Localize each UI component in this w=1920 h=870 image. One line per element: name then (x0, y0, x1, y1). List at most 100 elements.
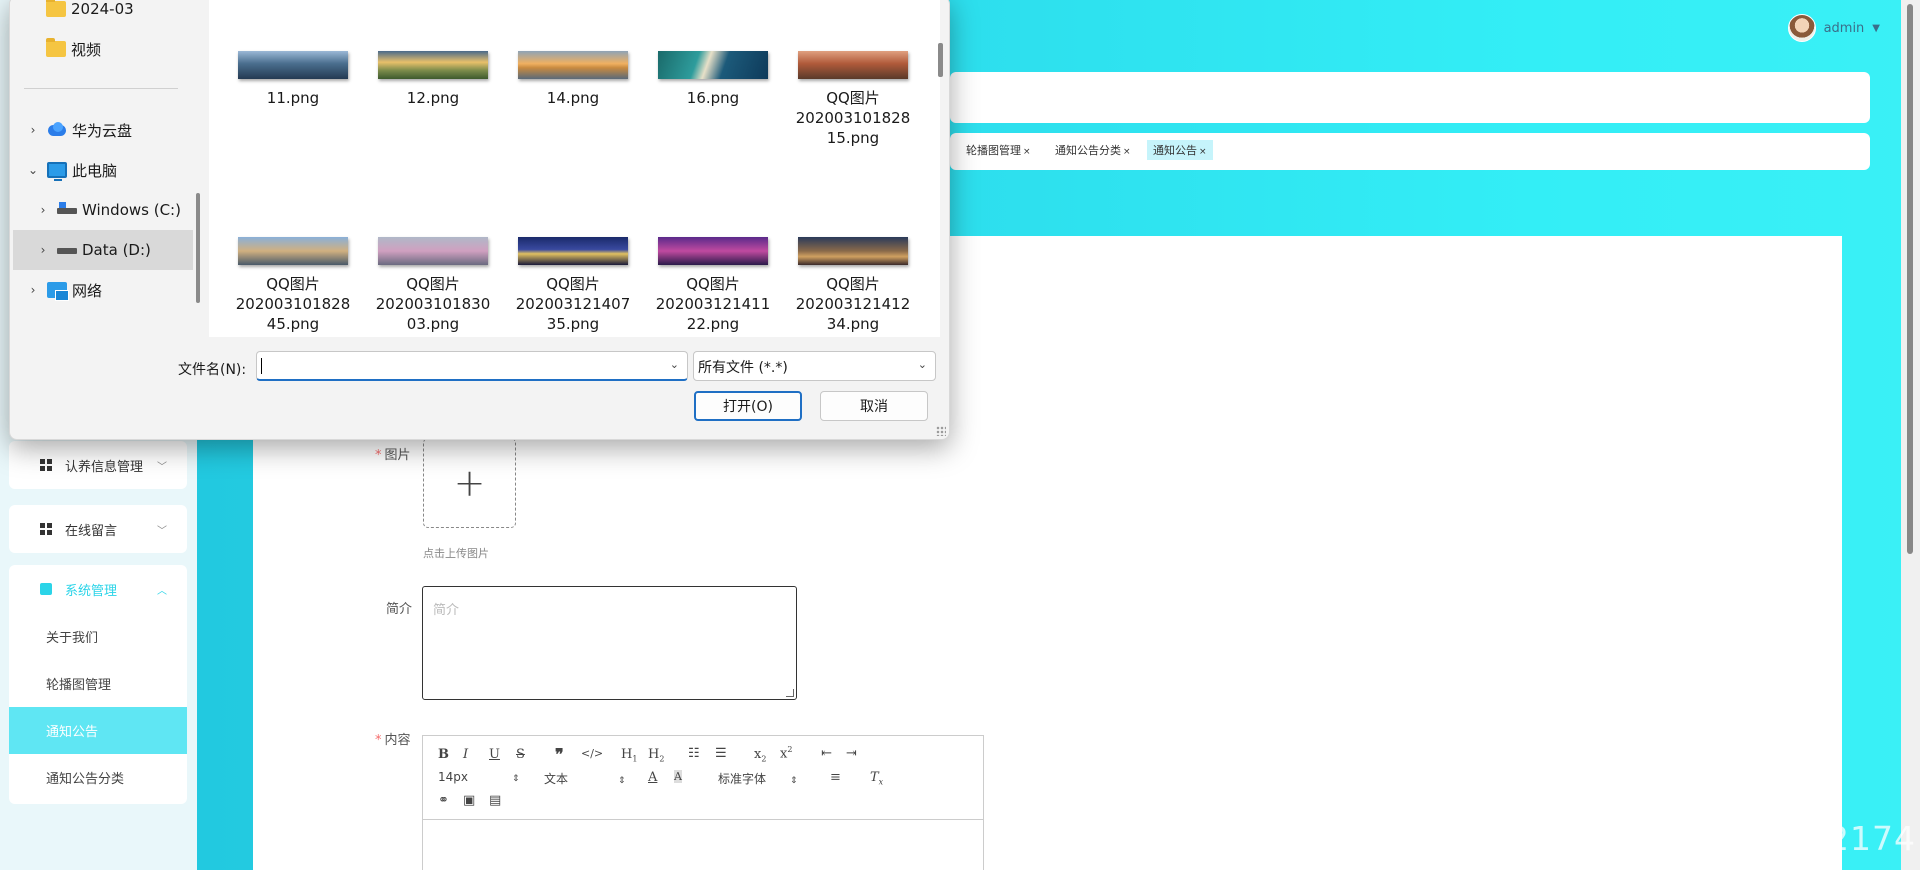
divider (24, 88, 178, 89)
file-item[interactable]: 12.png (373, 51, 493, 108)
file-item[interactable]: QQ图片 202003121412 34.png (793, 237, 913, 334)
h1-icon[interactable]: H1 (621, 747, 637, 764)
nav-item-drive-d[interactable]: › Data (D:) (13, 230, 193, 270)
quote-icon[interactable]: ❞ (555, 745, 564, 764)
nav-item-huawei-cloud[interactable]: › 华为云盘 (25, 110, 132, 150)
link-icon[interactable]: ⚭ (438, 793, 449, 808)
outdent-icon[interactable]: ⇤ (821, 746, 832, 761)
font-size-select[interactable]: 14px ⇕ (438, 770, 520, 784)
summary-textarea[interactable]: 简介 (422, 586, 797, 700)
image-upload[interactable]: + (423, 438, 516, 528)
font-color-icon[interactable]: A (648, 770, 657, 785)
resize-grip-icon[interactable] (786, 689, 794, 697)
drive-icon (57, 242, 77, 258)
file-name-line: QQ图片 (826, 275, 880, 293)
nav-label: 网络 (72, 281, 103, 300)
summary-label: 简介 (386, 602, 413, 617)
tabs-bar: 轮播图管理 × 通知公告分类 × 通知公告 × (950, 133, 1870, 170)
tab-carousel[interactable]: 轮播图管理 × (966, 142, 1031, 158)
superscript-icon[interactable]: x2 (780, 745, 792, 761)
nav-scrollbar[interactable] (196, 193, 200, 303)
code-icon[interactable]: </> (581, 747, 603, 760)
align-icon[interactable]: ≡ (830, 770, 841, 785)
sidebar-group-messages[interactable]: 在线留言 ﹀ (9, 505, 187, 553)
tab-notice[interactable]: 通知公告 × (1147, 140, 1213, 160)
italic-icon[interactable]: I (463, 747, 468, 762)
sidebar-group-adoption[interactable]: 认养信息管理 ﹀ (9, 441, 187, 489)
chevron-right-icon[interactable]: › (35, 203, 51, 217)
open-button[interactable]: 打开(O) (694, 391, 802, 421)
h2-icon[interactable]: H2 (648, 747, 664, 764)
filename-input[interactable]: ⌄ (256, 351, 688, 381)
ordered-list-icon[interactable]: ☷ (688, 746, 700, 761)
sidebar-item-system[interactable]: 系统管理 ︿ (9, 565, 187, 613)
bold-icon[interactable]: B (438, 747, 449, 762)
close-icon[interactable]: × (1199, 147, 1207, 157)
sidebar-sub-notice-category[interactable]: 通知公告分类 (9, 754, 187, 801)
file-name-line: 34.png (826, 315, 880, 333)
video-icon[interactable]: ▤ (489, 793, 501, 808)
file-item[interactable]: QQ图片 202003121407 35.png (513, 237, 633, 334)
sidebar-item-messages[interactable]: 在线留言 ﹀ (9, 505, 187, 553)
nav-item-2024-03[interactable]: 2024-03 (40, 0, 134, 29)
subscript-icon[interactable]: x2 (754, 747, 766, 764)
file-item[interactable]: QQ图片 202003101828 15.png (793, 51, 913, 148)
chevron-right-icon[interactable]: › (25, 123, 41, 137)
close-icon[interactable]: × (1123, 147, 1131, 157)
close-icon[interactable]: × (1023, 147, 1031, 157)
file-name: QQ图片 202003101828 15.png (793, 88, 913, 148)
tab-notice-category[interactable]: 通知公告分类 × (1055, 142, 1131, 158)
sidebar-item-adoption[interactable]: 认养信息管理 ﹀ (9, 441, 187, 489)
file-name: QQ图片 202003101830 03.png (373, 274, 493, 334)
indent-icon[interactable]: ⇥ (846, 746, 857, 761)
select-value: 标准字体 (718, 772, 767, 786)
label-text: 内容 (384, 733, 411, 748)
user-menu[interactable]: admin ▼ (1787, 14, 1880, 42)
image-thumbnail (238, 237, 348, 265)
file-item[interactable]: QQ图片 202003101828 45.png (233, 237, 353, 334)
nav-item-network[interactable]: › 网络 (25, 270, 102, 310)
upload-hint: 点击上传图片 (423, 547, 489, 560)
scrollbar-thumb[interactable] (1907, 4, 1913, 554)
image-thumbnail (238, 51, 348, 79)
pc-icon (47, 162, 67, 181)
file-item[interactable]: 16.png (653, 51, 773, 108)
file-item[interactable]: QQ图片 202003101830 03.png (373, 237, 493, 334)
file-item[interactable]: 14.png (513, 51, 633, 108)
rich-text-editor[interactable]: B I U S ❞ </> H1 H2 ☷ ☰ x2 x2 ⇤ ⇥ 14px ⇕ … (422, 735, 984, 870)
underline-icon[interactable]: U (489, 747, 500, 762)
file-item[interactable]: QQ图片 202003121411 22.png (653, 237, 773, 334)
chevron-down-icon[interactable]: ⌄ (25, 163, 41, 177)
sidebar-sub-notice[interactable]: 通知公告 (9, 707, 187, 754)
image-thumbnail (658, 51, 768, 79)
bullet-list-icon[interactable]: ☰ (715, 746, 727, 761)
paragraph-select[interactable]: 文本 ⇕ (544, 770, 626, 787)
chevron-right-icon[interactable]: › (35, 243, 51, 257)
image-thumbnail (518, 237, 628, 265)
sidebar-sub-carousel[interactable]: 轮播图管理 (9, 660, 187, 707)
updown-icon: ⇕ (790, 776, 798, 786)
page-scrollbar[interactable] (1901, 0, 1920, 870)
nav-item-this-pc[interactable]: ⌄ 此电脑 (25, 150, 117, 190)
file-name: 14.png (546, 89, 600, 107)
background-color-icon[interactable]: A (674, 770, 682, 783)
nav-item-video[interactable]: 视频 (40, 29, 101, 69)
file-item[interactable]: 11.png (233, 51, 353, 108)
file-list-scrollbar[interactable] (938, 43, 943, 77)
cancel-button[interactable]: 取消 (820, 391, 928, 421)
file-name-line: QQ图片 (826, 89, 880, 107)
filetype-select[interactable]: 所有文件 (*.*) ⌄ (693, 351, 936, 381)
content-label: * 内容 (375, 729, 411, 748)
image-icon[interactable]: ▣ (463, 793, 475, 808)
tab-label: 轮播图管理 (966, 144, 1021, 157)
font-family-select[interactable]: 标准字体 ⇕ (718, 770, 798, 787)
sidebar-sub-about[interactable]: 关于我们 (9, 613, 187, 660)
nav-label: 2024-03 (71, 0, 134, 18)
chevron-right-icon[interactable]: › (25, 283, 41, 297)
resize-grip-icon[interactable] (936, 426, 946, 436)
strike-icon[interactable]: S (516, 747, 525, 762)
chevron-down-icon[interactable]: ⌄ (670, 358, 679, 371)
cloud-icon (47, 122, 67, 138)
clear-format-icon[interactable]: Tx (870, 770, 883, 787)
nav-item-drive-c[interactable]: › Windows (C:) (35, 190, 181, 230)
